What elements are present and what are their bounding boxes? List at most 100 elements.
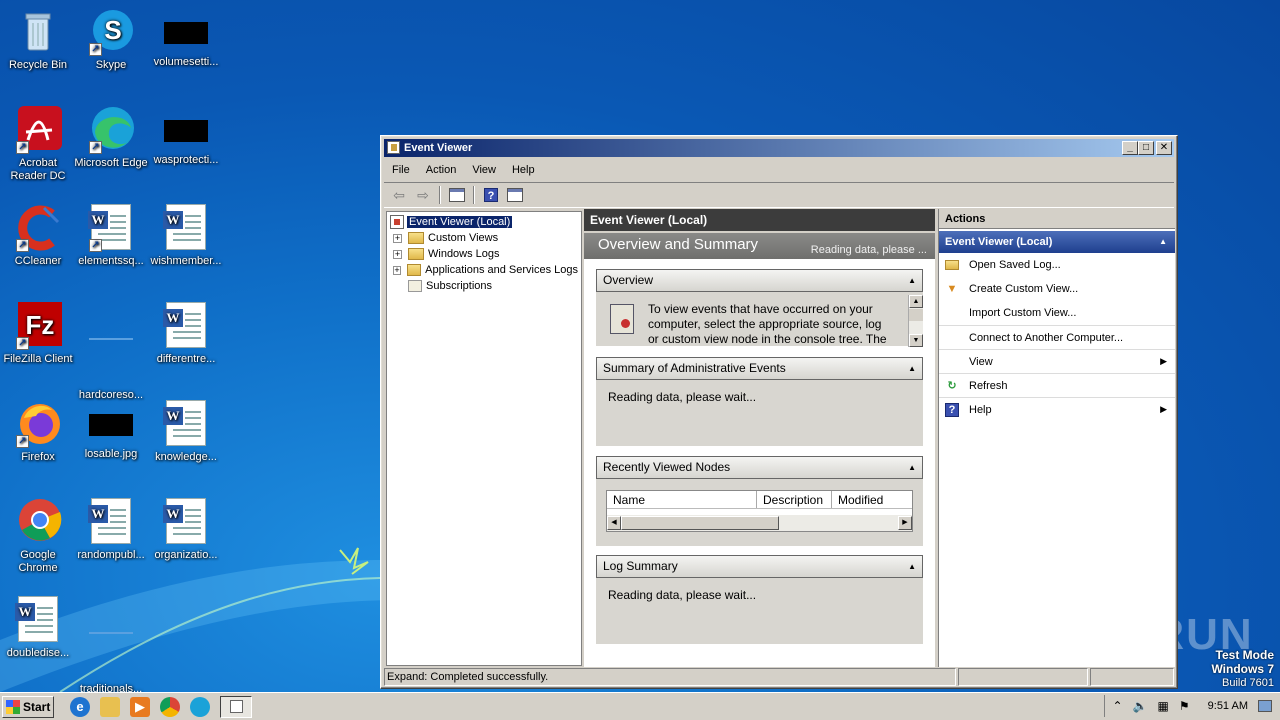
close-button[interactable]: ✕	[1156, 141, 1172, 155]
maximize-button[interactable]: □	[1138, 141, 1154, 155]
center-pane: Event Viewer (Local) Overview and Summar…	[584, 209, 935, 667]
menu-view[interactable]: View	[464, 164, 504, 176]
desktop-icon-traditionals[interactable]: traditionals...	[73, 596, 149, 696]
media-player-icon[interactable]: ▶	[130, 696, 150, 717]
help-toolbar-button[interactable]: ?	[480, 185, 502, 205]
network-icon[interactable]: ▦	[1158, 699, 1169, 713]
collapse-icon[interactable]: ▲	[908, 457, 916, 478]
desktop-icon-losable[interactable]: losable.jpg	[73, 400, 149, 461]
action-help[interactable]: ? Help ▶	[939, 397, 1175, 421]
recent-nodes-header[interactable]: Recently Viewed Nodes ▲	[596, 456, 923, 479]
column-header-description[interactable]: Description	[757, 491, 832, 508]
event-viewer-icon	[390, 215, 404, 229]
status-cell-2	[958, 668, 1088, 686]
tree-item-custom-views[interactable]: + Custom Views	[390, 230, 578, 246]
clock[interactable]: 9:51 AM	[1208, 700, 1248, 712]
show-hide-action-pane-button[interactable]	[504, 185, 526, 205]
desktop-icon-acrobat[interactable]: ↗ Acrobat Reader DC	[0, 106, 76, 183]
tree-item-subscriptions[interactable]: Subscriptions	[390, 278, 578, 294]
forward-button[interactable]: ⇨	[412, 185, 434, 205]
event-log-icon	[610, 304, 634, 334]
show-hidden-icons-icon[interactable]: ⌃	[1113, 699, 1123, 713]
show-hide-tree-button[interactable]	[446, 185, 468, 205]
desktop-icon-hardcoreso[interactable]: hardcoreso...	[73, 302, 149, 402]
desktop-icon-doubledise[interactable]: W doubledise...	[0, 596, 76, 660]
scroll-thumb[interactable]	[621, 516, 779, 530]
collapse-icon[interactable]: ▲	[908, 556, 916, 577]
desktop-icon-ccleaner[interactable]: ↗ CCleaner	[0, 204, 76, 268]
back-button[interactable]: ⇦	[388, 185, 410, 205]
subscriptions-icon	[408, 280, 422, 292]
volume-icon[interactable]: 🔈	[1133, 699, 1148, 713]
collapse-icon[interactable]: ▲	[908, 358, 916, 379]
tree-item-app-services-logs[interactable]: + Applications and Services Logs	[390, 262, 578, 278]
desktop-icon-organizatio[interactable]: W organizatio...	[148, 498, 224, 562]
desktop-icon-filezilla[interactable]: Fz ↗ FileZilla Client	[0, 302, 76, 366]
chrome-taskbar-icon[interactable]	[160, 696, 180, 717]
admin-events-header[interactable]: Summary of Administrative Events ▲	[596, 357, 923, 380]
column-header-modified[interactable]: Modified	[832, 491, 912, 508]
word-doc-icon: W	[162, 302, 210, 350]
expand-icon[interactable]: +	[393, 233, 402, 243]
console-tree: Event Viewer (Local) + Custom Views + Wi…	[386, 211, 582, 666]
desktop-icon-wasprotecti[interactable]: wasprotecti...	[148, 106, 224, 167]
desktop-icon-volumesetti[interactable]: volumesetti...	[148, 8, 224, 69]
scroll-right-icon[interactable]: ▶	[898, 516, 912, 530]
action-create-custom-view[interactable]: ▼ Create Custom View...	[939, 277, 1175, 301]
center-pane-header: Event Viewer (Local)	[584, 209, 935, 231]
expand-icon[interactable]: +	[393, 265, 402, 275]
overview-section-header[interactable]: Overview ▲	[596, 269, 923, 292]
menu-file[interactable]: File	[384, 164, 418, 176]
desktop-icon-elementssq[interactable]: W ↗ elementssq...	[73, 204, 149, 268]
tree-item-root[interactable]: Event Viewer (Local)	[390, 214, 578, 230]
event-viewer-icon	[229, 700, 243, 713]
status-cell-3	[1090, 668, 1174, 686]
internet-explorer-icon[interactable]: e	[70, 696, 90, 717]
scroll-left-icon[interactable]: ◀	[607, 516, 621, 530]
desktop-icon-wishmember[interactable]: W wishmember...	[148, 204, 224, 268]
expand-icon[interactable]: +	[393, 249, 402, 259]
collapse-icon[interactable]: ▲	[1159, 231, 1167, 253]
desktop-icon-firefox[interactable]: ↗ Firefox	[0, 400, 76, 464]
minimize-button[interactable]: _	[1122, 141, 1138, 155]
action-center-flag-icon[interactable]: ⚑	[1179, 699, 1190, 713]
desktop-icon-edge[interactable]: ↗ Microsoft Edge	[73, 106, 149, 170]
submenu-arrow-icon: ▶	[1160, 404, 1167, 414]
log-summary-header[interactable]: Log Summary ▲	[596, 555, 923, 578]
desktop-icon-differentre[interactable]: W differentre...	[148, 302, 224, 366]
back-arrow-icon: ⇦	[393, 186, 405, 203]
word-doc-icon: W ↗	[87, 204, 135, 252]
action-view[interactable]: View ▶	[939, 349, 1175, 373]
horizontal-scrollbar[interactable]: ◀ ▶	[607, 515, 912, 531]
column-header-name[interactable]: Name	[607, 491, 757, 508]
menu-action[interactable]: Action	[418, 164, 465, 176]
menu-help[interactable]: Help	[504, 164, 543, 176]
scroll-up-icon[interactable]: ▲	[909, 295, 923, 308]
action-open-saved-log[interactable]: Open Saved Log...	[939, 253, 1175, 277]
desktop-icon-knowledge[interactable]: W knowledge...	[148, 400, 224, 464]
show-desktop-icon[interactable]	[1258, 700, 1272, 712]
action-refresh[interactable]: ↻ Refresh	[939, 373, 1175, 397]
desktop-icon-recycle-bin[interactable]: Recycle Bin	[0, 8, 76, 72]
title-bar[interactable]: Event Viewer _ □ ✕	[384, 139, 1174, 157]
edge-taskbar-icon[interactable]	[190, 696, 210, 717]
action-connect-computer[interactable]: Connect to Another Computer...	[939, 325, 1175, 349]
tree-item-windows-logs[interactable]: + Windows Logs	[390, 246, 578, 262]
event-viewer-taskbar-button[interactable]	[220, 695, 252, 718]
desktop-icon-randompubl[interactable]: W randompubl...	[73, 498, 149, 562]
overview-scrollbar[interactable]: ▲ ▼	[908, 295, 923, 347]
funnel-icon: ▼	[946, 283, 958, 295]
recent-nodes-table: Name Description Modified ◀ ▶	[606, 490, 913, 532]
start-button[interactable]: Start	[2, 695, 54, 718]
file-explorer-icon[interactable]	[100, 696, 120, 717]
actions-group-header[interactable]: Event Viewer (Local) ▲	[939, 231, 1175, 253]
chrome-icon	[14, 498, 62, 546]
ccleaner-icon: ↗	[14, 204, 62, 252]
action-import-custom-view[interactable]: Import Custom View...	[939, 301, 1175, 325]
collapse-icon[interactable]: ▲	[908, 270, 916, 291]
desktop-icon-chrome[interactable]: Google Chrome	[0, 498, 76, 575]
toolbar: ⇦ ⇨ ?	[384, 182, 1174, 208]
scroll-down-icon[interactable]: ▼	[909, 334, 923, 347]
status-text: Expand: Completed successfully.	[384, 668, 956, 686]
desktop-icon-skype[interactable]: S ↗ Skype	[73, 8, 149, 72]
